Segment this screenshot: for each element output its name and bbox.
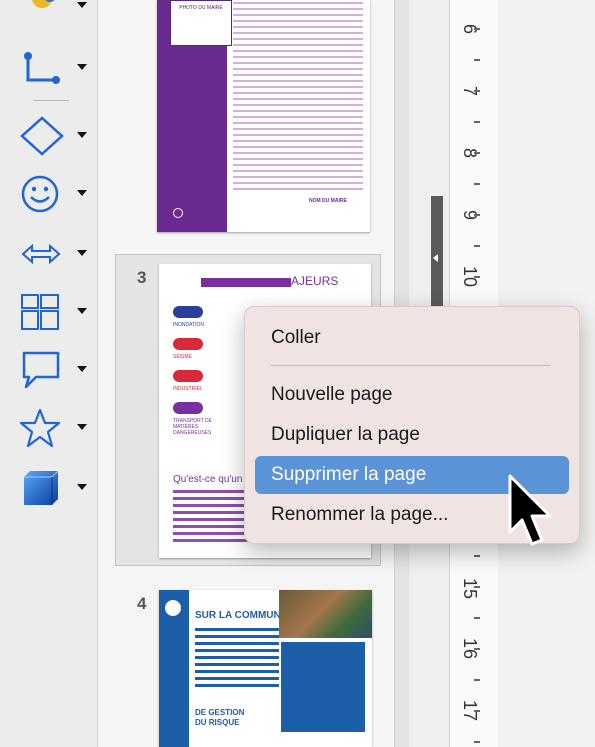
page4-subtitle-2: DU RISQUE [195, 718, 240, 727]
connector-tool[interactable] [20, 40, 92, 92]
chevron-down-icon[interactable] [77, 366, 87, 372]
page3-icon-flood [173, 306, 203, 318]
cube-icon [24, 470, 59, 505]
callout-icon [22, 351, 60, 389]
star-icon [20, 408, 61, 448]
page3-icon-industry [173, 370, 203, 382]
chevron-down-icon[interactable] [77, 64, 87, 70]
drawing-toolbar [0, 0, 98, 747]
page3-title-bar [201, 278, 291, 287]
block-arrows-tool[interactable] [20, 226, 92, 278]
page2-signature: NOM DU MAIRE [309, 198, 347, 204]
flowchart-tool[interactable] [20, 284, 92, 336]
toolbar-separator [33, 100, 69, 101]
page3-icon-transport [173, 402, 203, 414]
chevron-down-icon[interactable] [77, 190, 87, 196]
page4-blue-panel [281, 642, 365, 732]
menu-separator [271, 365, 551, 366]
chevron-down-icon[interactable] [77, 424, 87, 430]
double-arrow-icon [21, 243, 61, 265]
page2-text-block [233, 2, 363, 194]
page3-label-0: INONDATION [173, 322, 205, 328]
page4-text-block [195, 628, 279, 690]
stars-tool[interactable] [20, 400, 92, 452]
menu-item-paste[interactable]: Coller [255, 319, 569, 357]
chevron-down-icon[interactable] [77, 250, 87, 256]
chevron-down-icon[interactable] [77, 308, 87, 314]
partial-top-icon[interactable] [32, 0, 62, 14]
page4-logo [165, 600, 181, 616]
basic-shapes-tool[interactable] [20, 108, 92, 160]
page2-footer-icon [173, 208, 183, 218]
page2-photo-box: PHOTO DU MAIRE [170, 0, 232, 46]
page3-label-2: INDUSTRIEL [173, 386, 203, 392]
page3-title: AJEURS [291, 274, 339, 288]
3d-objects-tool[interactable] [20, 460, 92, 512]
symbol-shapes-tool[interactable] [20, 166, 92, 218]
callout-shapes-tool[interactable] [20, 342, 92, 394]
page-thumbnail-2[interactable]: PHOTO DU MAIRE NOM DU MAIRE [157, 0, 370, 232]
page3-label-1: SÉISME [173, 354, 192, 360]
chevron-down-icon[interactable] [77, 484, 87, 490]
chevron-down-icon[interactable] [77, 132, 87, 138]
page-number-3: 3 [137, 268, 147, 287]
page-number-4: 4 [137, 594, 147, 613]
page3-label-3: TRANSPORT DE MATIÈRES DANGEREUSES [173, 418, 212, 436]
menu-item-new-page[interactable]: Nouvelle page [255, 376, 569, 414]
menu-item-duplicate-page[interactable]: Dupliquer la page [255, 416, 569, 454]
page3-icon-quake [173, 338, 203, 350]
page4-photo [279, 590, 372, 638]
page4-subtitle-1: DE GESTION [195, 708, 245, 717]
connector-icon [24, 52, 60, 84]
page-thumbnail-4[interactable]: SUR LA COMMUNE DE GESTION DU RISQUE [159, 590, 372, 747]
collapse-arrow-icon[interactable] [431, 196, 443, 316]
layout-grid-icon [21, 294, 59, 330]
smiley-icon [21, 175, 59, 213]
mouse-cursor-icon [508, 474, 552, 546]
page3-question: Qu'est-ce qu'un [173, 474, 243, 485]
diamond-icon [20, 116, 64, 156]
page4-title: SUR LA COMMUNE [195, 610, 288, 621]
chevron-down-icon[interactable] [77, 2, 87, 8]
